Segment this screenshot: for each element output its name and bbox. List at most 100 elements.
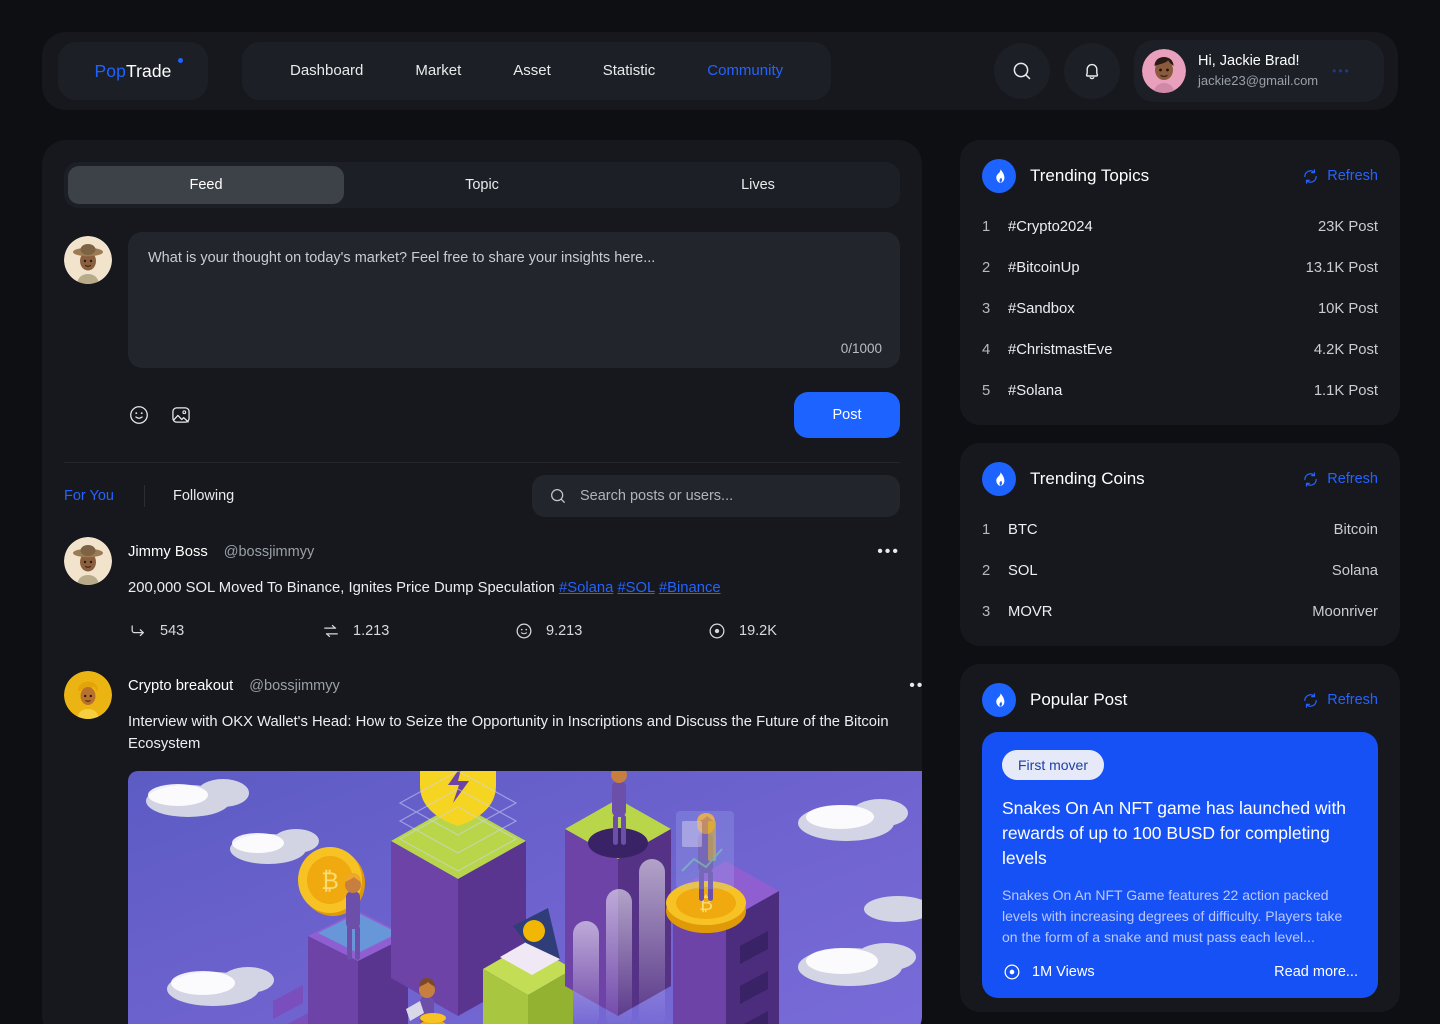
refresh-label: Refresh (1327, 692, 1378, 708)
list-item[interactable]: 3 #Sandbox 10K Post (982, 288, 1378, 329)
nav-item-dashboard[interactable]: Dashboard (264, 42, 389, 100)
search-icon (551, 489, 565, 503)
coin-symbol: BTC (1008, 521, 1038, 538)
hashtag-sol[interactable]: #SOL (617, 580, 654, 596)
filter-tab-for-you[interactable]: For You (64, 488, 144, 504)
reaction-icon (516, 623, 532, 639)
post-header: Jimmy Boss @bossjimmyy ••• 200,000 SOL M… (64, 537, 900, 647)
compose-input[interactable]: What is your thought on today's market? … (128, 232, 900, 368)
refresh-trending-topics-button[interactable]: Refresh (1302, 168, 1378, 185)
post-item: Crypto breakout @bossjimmyy ••• Intervie… (64, 663, 922, 1024)
feed-search-input[interactable]: Search posts or users... (532, 475, 900, 517)
avatar[interactable] (64, 671, 112, 719)
stat-reactions[interactable]: 9.213 (514, 621, 707, 641)
feed-segmented-control: Feed Topic Lives (64, 162, 900, 208)
topic-count: 23K Post (1317, 218, 1378, 235)
flame-icon (982, 683, 1016, 717)
list-item[interactable]: 2 SOL Solana (982, 550, 1378, 591)
list-item[interactable]: 2 #BitcoinUp 13.1K Post (982, 247, 1378, 288)
card-header: Trending Topics Refresh (982, 158, 1378, 194)
list-item[interactable]: 4 #ChristmastEve 4.2K Post (982, 329, 1378, 370)
post-button[interactable]: Post (794, 392, 900, 438)
tab-lives[interactable]: Lives (620, 166, 896, 204)
popular-post-description: Snakes On An NFT Game features 22 action… (1002, 887, 1343, 945)
post-handle[interactable]: @bossjimmyy (249, 678, 339, 694)
post-overflow-icon[interactable]: ••• (877, 544, 900, 560)
topic-count: 4.2K Post (1313, 341, 1378, 358)
nav-item-asset[interactable]: Asset (487, 42, 577, 100)
app-logo[interactable]: PopTrade (58, 42, 208, 100)
popular-post-headline: Snakes On An NFT game has launched with … (1002, 798, 1347, 868)
list-item[interactable]: 5 #Solana 1.1K Post (982, 370, 1378, 411)
logo-pop: Pop (94, 60, 126, 81)
avatar[interactable] (64, 537, 112, 585)
profile-email: jackie23@gmail.com (1198, 73, 1319, 88)
topic-count: 1.1K Post (1313, 382, 1378, 399)
post-text: Interview with OKX Wallet's Head: How to… (128, 714, 889, 752)
header-actions: Hi, Jackie Brad! jackie23@gmail.com ••• (994, 40, 1384, 102)
tab-feed[interactable]: Feed (68, 166, 344, 204)
read-more-link[interactable]: Read more... (1274, 964, 1358, 980)
stat-reposts-value: 1.213 (353, 623, 390, 639)
compose-avatar (64, 236, 112, 284)
list-item[interactable]: 1 #Crypto2024 23K Post (982, 206, 1378, 247)
post-overflow-icon[interactable]: ••• (909, 678, 922, 694)
logo-text: PopTrade (94, 61, 171, 82)
post-body: Crypto breakout @bossjimmyy ••• Intervie… (128, 671, 922, 1024)
search-icon (1013, 62, 1031, 80)
bell-icon (1085, 63, 1099, 80)
popular-post-footer: 1M Views Read more... (1002, 962, 1358, 982)
popular-post-item[interactable]: First mover Snakes On An NFT game has la… (982, 732, 1378, 998)
search-button[interactable] (994, 43, 1050, 99)
stat-reposts[interactable]: 1.213 (321, 621, 514, 641)
rank-number: 5 (982, 382, 991, 399)
feed-panel: Feed Topic Lives What is your thought on… (42, 140, 922, 1024)
post-text: 200,000 SOL Moved To Binance, Ignites Pr… (128, 577, 900, 599)
compose-placeholder: What is your thought on today's market? … (148, 250, 656, 266)
post-body: Jimmy Boss @bossjimmyy ••• 200,000 SOL M… (128, 537, 900, 647)
emoji-button[interactable] (128, 404, 150, 426)
nav-item-community[interactable]: Community (681, 42, 809, 100)
post-handle[interactable]: @bossjimmyy (224, 544, 314, 560)
filter-separator (144, 485, 145, 507)
list-item[interactable]: 1 BTC Bitcoin (982, 509, 1378, 550)
status-badge[interactable]: First mover (1002, 750, 1104, 780)
topic-label: #ChristmastEve (1008, 341, 1113, 358)
tab-topic[interactable]: Topic (344, 166, 620, 204)
app-root: PopTrade Dashboard Market Asset Statisti… (0, 0, 1440, 1024)
popular-post-views: 1M Views (1032, 964, 1095, 980)
post-header: Crypto breakout @bossjimmyy ••• Intervie… (64, 671, 922, 1024)
image-icon (172, 407, 190, 423)
flame-icon (982, 462, 1016, 496)
stat-replies[interactable]: 543 (128, 621, 321, 641)
image-upload-button[interactable] (170, 404, 192, 426)
avatar (1142, 49, 1186, 93)
profile-overflow-icon[interactable]: ••• (1332, 64, 1351, 78)
hashtag-binance[interactable]: #Binance (659, 580, 721, 596)
list-item[interactable]: 3 MOVR Moonriver (982, 591, 1378, 632)
nav-item-market[interactable]: Market (389, 42, 487, 100)
main-nav: Dashboard Market Asset Statistic Communi… (242, 42, 832, 100)
profile-menu[interactable]: Hi, Jackie Brad! jackie23@gmail.com ••• (1134, 40, 1384, 102)
post-author[interactable]: Crypto breakout (128, 678, 233, 694)
emoji-icon (130, 406, 148, 424)
rank-number: 4 (982, 341, 991, 358)
trending-topics-card: Trending Topics Refresh 1 #Crypto2024 23… (960, 140, 1400, 425)
topic-label: #Crypto2024 (1008, 218, 1093, 235)
refresh-popular-post-button[interactable]: Refresh (1302, 692, 1378, 709)
profile-text: Hi, Jackie Brad! jackie23@gmail.com (1198, 52, 1318, 90)
post-author[interactable]: Jimmy Boss (128, 544, 208, 560)
refresh-icon (1304, 168, 1317, 184)
notifications-button[interactable] (1064, 43, 1120, 99)
stat-views[interactable]: 19.2K (707, 621, 900, 641)
filter-tab-following[interactable]: Following (173, 488, 264, 504)
rank-number: 3 (982, 300, 991, 317)
refresh-trending-coins-button[interactable]: Refresh (1302, 471, 1378, 488)
topic-count: 10K Post (1317, 300, 1378, 317)
sidebar: Trending Topics Refresh 1 #Crypto2024 23… (960, 140, 1400, 1024)
nav-item-statistic[interactable]: Statistic (577, 42, 682, 100)
post-image[interactable]: ₿ ₿ (128, 771, 922, 1024)
rank-number: 2 (982, 562, 991, 579)
flame-icon (982, 159, 1016, 193)
hashtag-solana[interactable]: #Solana (559, 580, 613, 596)
